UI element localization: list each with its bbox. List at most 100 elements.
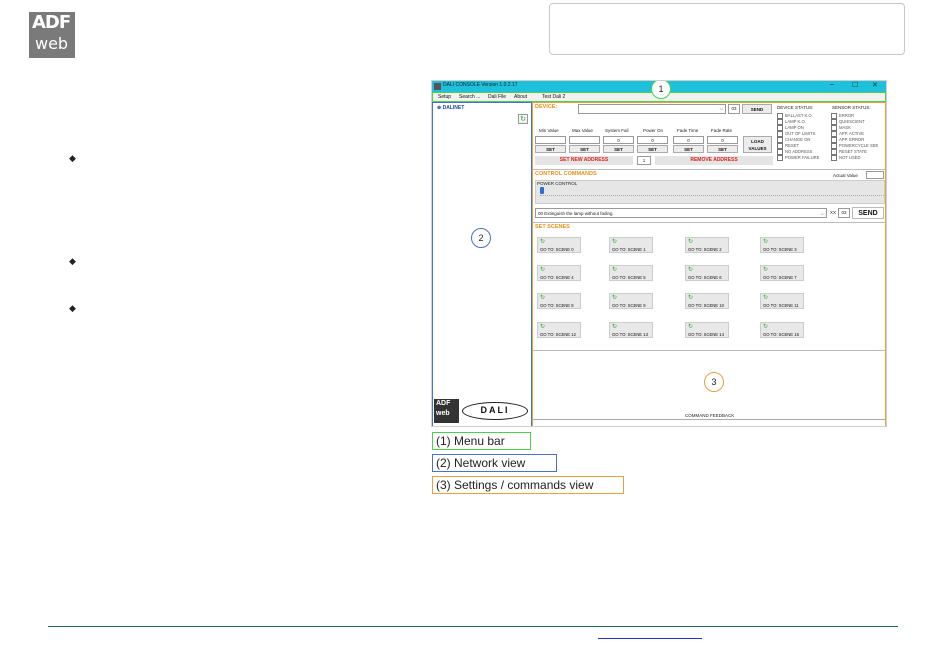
max-value-field[interactable] [569,136,600,144]
scene-button[interactable]: ↻ GO TO: SCENE 3 [760,237,804,253]
scene-label: GO TO: SCENE 5 [612,275,646,280]
scene-label: GO TO: SCENE 0 [540,247,574,252]
power-on-field[interactable]: 0 [637,136,668,144]
refresh-icon: ↻ [612,239,618,245]
caption-menu-bar: (1) Menu bar [432,432,531,450]
close-button[interactable]: ✕ [872,81,878,89]
scene-button[interactable]: ↻ GO TO: SCENE 12 [537,322,581,338]
set-min-value-button[interactable]: SET [535,145,566,153]
scene-button[interactable]: ↻ GO TO: SCENE 0 [537,237,581,253]
marker-2: 2 [471,228,491,248]
device-status-title: DEVICE STATUS: [777,105,814,110]
scene-button[interactable]: ↻ GO TO: SCENE 10 [685,293,729,309]
device-section-title: DEVICE: [535,104,558,110]
refresh-icon: ↻ [763,295,769,301]
load-values-button[interactable]: LOAD VALUES [743,136,772,153]
device-address-field[interactable]: 03 [728,104,740,114]
command-send-button[interactable]: SEND [852,207,884,219]
adf-small-line2: web [436,410,450,417]
scene-button[interactable]: ↻ GO TO: SCENE 7 [760,265,804,281]
scene-label: GO TO: SCENE 13 [612,332,648,337]
scene-button[interactable]: ↻ GO TO: SCENE 2 [685,237,729,253]
set-fade-rate-button[interactable]: SET [707,145,738,153]
status-power-failure[interactable]: POWER FAILURE [777,155,819,161]
power-on-label: Power On [643,128,664,133]
scene-button[interactable]: ↻ GO TO: SCENE 9 [609,293,653,309]
maximize-button[interactable]: ☐ [852,81,858,89]
menu-search[interactable]: Search ... [459,94,480,100]
bullet-icon: ◆ [69,303,76,313]
menu-about[interactable]: About [514,94,527,100]
network-logos: ADF web DALI [433,399,530,423]
set-new-address-button[interactable]: SET NEW ADDRESS [535,156,633,165]
set-fade-time-button[interactable]: SET [673,145,704,153]
set-system-fail-button[interactable]: SET [603,145,634,153]
actual-value-label: Actual Value [833,173,858,178]
command-select[interactable]: 00 Extinguish the lamp without fading ⌵ [535,208,827,218]
logo-text-web: web [35,34,69,53]
menu-test-dali[interactable]: Test Dali 2 [542,94,565,100]
scene-button[interactable]: ↻ GO TO: SCENE 14 [685,322,729,338]
adf-web-small-logo: ADF web [434,399,459,423]
set-max-value-button[interactable]: SET [569,145,600,153]
network-view: ⊕ DALINET ↻ ADF web DALI [432,102,532,426]
window-title: DALI CONSOLE Version 1.0.2.17 [443,82,518,88]
scene-button[interactable]: ↻ GO TO: SCENE 13 [609,322,653,338]
max-value-label: Max Value [572,128,593,133]
scene-label: GO TO: SCENE 12 [540,332,576,337]
section-divider [533,350,885,351]
header-info-box [549,3,905,55]
footer-link[interactable] [598,638,702,639]
dali-logo: DALI [462,402,528,420]
caption-settings-view: (3) Settings / commands view [432,476,624,494]
remove-address-button[interactable]: REMOVE ADDRESS [655,156,773,165]
caption-network-view: (2) Network view [432,454,557,472]
scene-button[interactable]: ↻ GO TO: SCENE 8 [537,293,581,309]
fade-time-field[interactable]: 0 [673,136,704,144]
scene-label: GO TO: SCENE 10 [688,303,724,308]
menu-dali-file[interactable]: Dali File [488,94,506,100]
refresh-icon: ↻ [612,295,618,301]
scene-button[interactable]: ↻ GO TO: SCENE 6 [685,265,729,281]
min-value-field[interactable] [535,136,566,144]
scene-button[interactable]: ↻ GO TO: SCENE 4 [537,265,581,281]
minimize-button[interactable]: – [830,81,834,88]
scene-button[interactable]: ↻ GO TO: SCENE 11 [760,293,804,309]
command-feedback-area [533,419,885,426]
refresh-icon: ↻ [540,324,546,330]
system-fail-field[interactable]: 0 [603,136,634,144]
control-commands-title: CONTROL COMMANDS [535,171,597,177]
command-address-field[interactable]: 03 [838,208,850,218]
fade-rate-label: Fade Rate [711,128,733,133]
actual-value-field [866,171,884,179]
menu-setup[interactable]: Setup [438,94,451,100]
refresh-icon[interactable]: ↻ [518,114,528,124]
new-address-field[interactable]: 1 [637,156,651,165]
adf-web-logo: ADF web [29,12,75,58]
refresh-icon: ↻ [540,239,546,245]
scene-button[interactable]: ↻ GO TO: SCENE 1 [609,237,653,253]
power-slider-track[interactable] [540,195,884,196]
sensor-not-used[interactable]: NOT USED [831,155,861,161]
scene-button[interactable]: ↻ GO TO: SCENE 15 [760,322,804,338]
scene-button[interactable]: ↻ GO TO: SCENE 5 [609,265,653,281]
scene-label: GO TO: SCENE 1 [612,247,646,252]
adf-small-line1: ADF [436,400,451,407]
device-select[interactable]: ⌵ [578,104,726,114]
fade-rate-field[interactable]: 0 [707,136,738,144]
section-divider [533,222,885,223]
footer-divider [48,626,898,627]
scene-label: GO TO: SCENE 8 [540,303,574,308]
refresh-icon: ↻ [612,267,618,273]
power-slider-handle[interactable] [540,187,544,194]
scene-label: GO TO: SCENE 14 [688,332,724,337]
refresh-icon: ↻ [688,324,694,330]
dali-console-window: DALI CONSOLE Version 1.0.2.17 – ☐ ✕ Setu… [431,80,887,427]
bullet-icon: ◆ [69,256,76,266]
chevron-down-icon: ⌵ [820,211,824,216]
device-send-button[interactable]: SEND [742,104,772,114]
set-power-on-button[interactable]: SET [637,145,668,153]
network-root-node[interactable]: ⊕ DALINET [437,105,464,111]
bullet-icon: ◆ [69,153,76,163]
scene-label: GO TO: SCENE 7 [763,275,797,280]
